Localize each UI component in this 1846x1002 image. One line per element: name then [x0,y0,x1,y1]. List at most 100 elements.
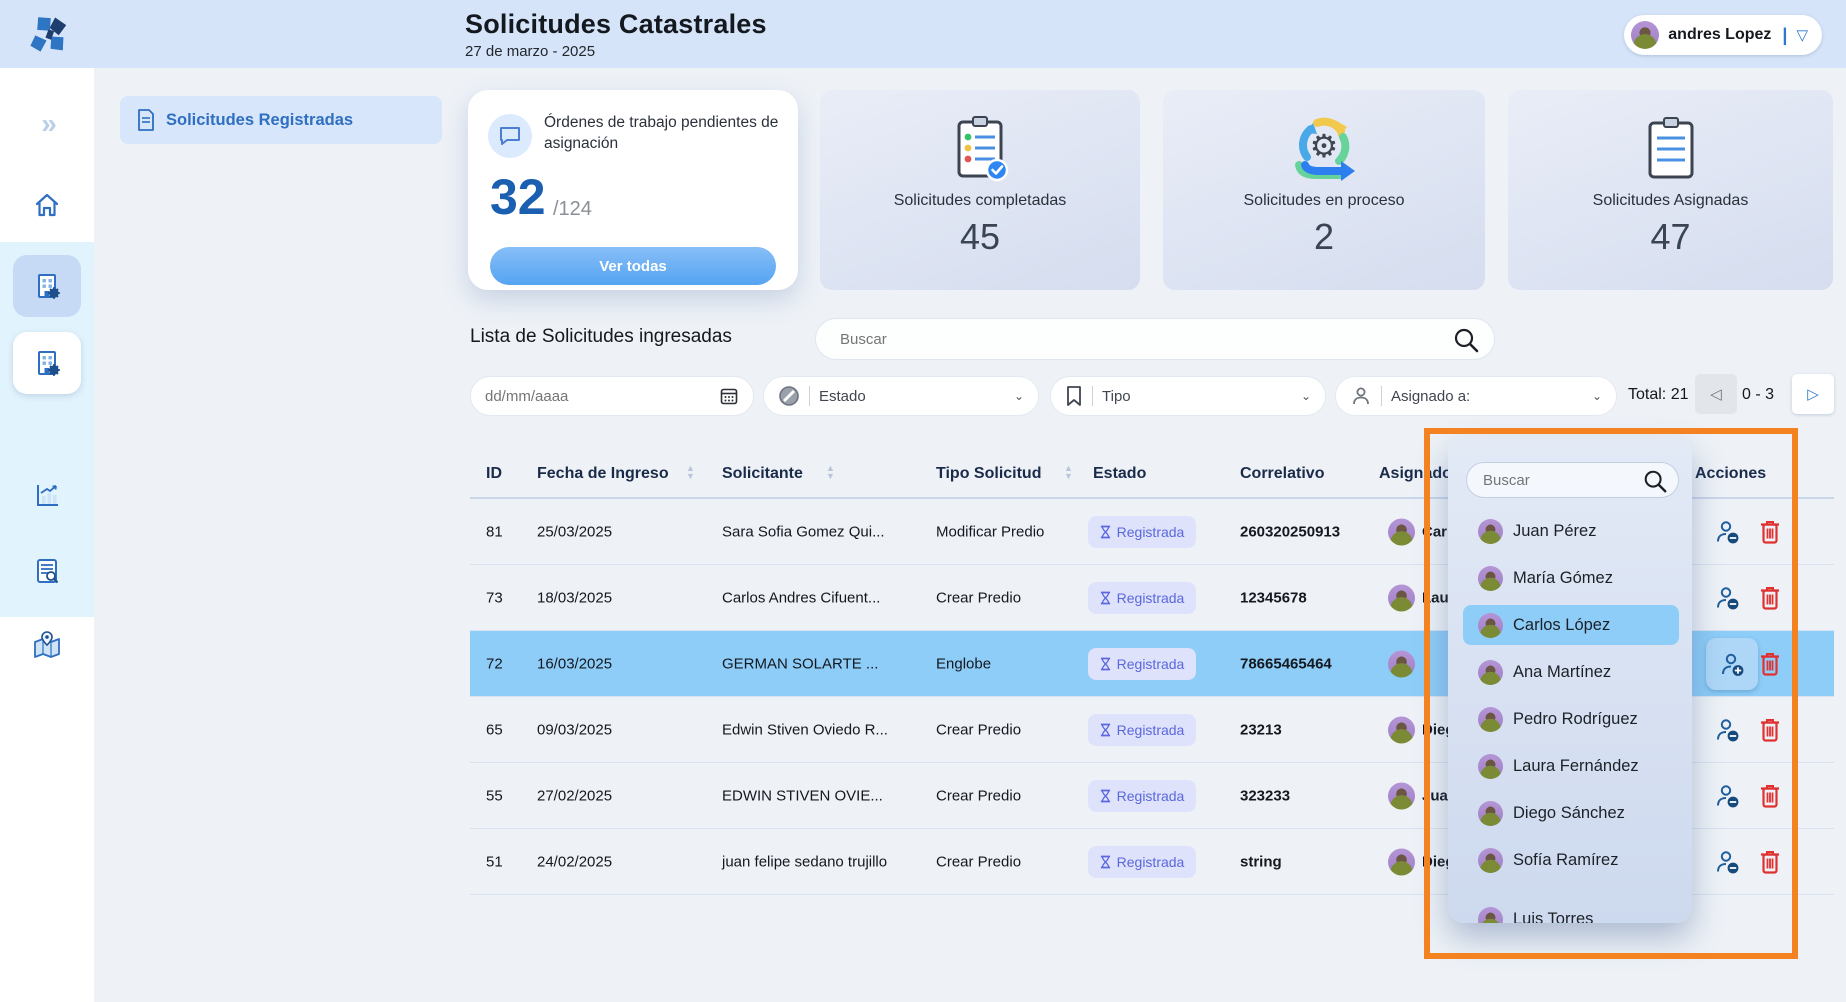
sidebar-item-statistics[interactable] [0,480,94,510]
search-icon[interactable] [1642,468,1668,494]
sort-icon[interactable]: ▲▼ [1064,464,1073,480]
option-label: Laura Fernández [1513,757,1639,776]
sidebar-item-requests-manage[interactable] [13,332,81,394]
calendar-icon[interactable] [719,386,739,406]
divider [1381,386,1382,406]
person-plus-icon [1719,651,1746,678]
stat-label: Solicitudes Asignadas [1593,192,1749,210]
sort-icon[interactable]: ▲▼ [826,464,835,480]
nav-solicitudes-registradas[interactable]: Solicitudes Registradas [120,96,442,144]
option-avatar [1478,848,1503,873]
delete-button[interactable] [1758,650,1782,677]
unassign-user-button[interactable] [1714,848,1741,875]
option-avatar [1478,519,1503,544]
clipboard-check-icon [949,112,1011,186]
date-filter[interactable] [470,376,754,416]
sort-desc-icon: ▼ [1064,472,1073,480]
home-icon [32,190,62,220]
pending-orders-title: Órdenes de trabajo pendientes de asignac… [544,112,784,154]
unassign-user-button[interactable] [1714,518,1741,545]
assign-option[interactable]: María Gómez [1463,558,1679,598]
cell-id: 81 [486,523,503,540]
sidebar: » [0,68,94,1002]
tipo-filter-label: Tipo [1102,388,1131,405]
user-menu-button[interactable]: andres Lopez | ▽ [1624,15,1822,55]
cell-fecha: 24/02/2025 [537,853,612,870]
status-badge: Registrada [1088,780,1196,812]
status-badge: Registrada [1088,846,1196,878]
assign-option[interactable]: Pedro Rodríguez [1463,699,1679,739]
cell-solicitante: Edwin Stiven Oviedo R... [722,721,888,738]
ver-todas-button[interactable]: Ver todas [490,247,776,285]
sort-desc-icon: ▼ [826,472,835,480]
sidebar-item-requests-registered[interactable] [13,255,81,317]
building-gear-icon [32,348,62,378]
document-icon [136,109,156,131]
cell-solicitante: GERMAN SOLARTE ... [722,655,878,672]
cell-fecha: 27/02/2025 [537,787,612,804]
assign-option[interactable]: Sofía Ramírez [1463,840,1679,880]
assign-option[interactable]: Luis Torres [1463,899,1679,923]
search-icon[interactable] [1452,326,1480,354]
sidebar-collapse-button[interactable]: » [0,108,94,140]
delete-button[interactable] [1758,782,1782,809]
delete-button[interactable] [1758,584,1782,611]
option-avatar [1478,707,1503,732]
sort-desc-icon: ▼ [686,472,695,480]
cell-id: 51 [486,853,503,870]
unassign-user-button[interactable] [1714,782,1741,809]
stat-value: 45 [960,216,1000,258]
option-label: Carlos López [1513,616,1610,635]
table-search-input[interactable] [840,319,1420,359]
tipo-filter[interactable]: Tipo ⌄ [1050,376,1326,416]
cell-tipo: Englobe [936,655,991,672]
pagination-next-button[interactable]: ▷ [1792,374,1834,414]
assign-option[interactable]: Juan Pérez [1463,511,1679,551]
sidebar-item-home[interactable] [0,190,94,220]
sidebar-item-map[interactable] [0,630,94,662]
assign-option-selected[interactable]: Carlos López [1463,605,1679,645]
assign-user-button-active[interactable] [1706,638,1758,690]
delete-button[interactable] [1758,518,1782,545]
status-badge: Registrada [1088,714,1196,746]
asignado-filter[interactable]: Asignado a: ⌄ [1335,376,1617,416]
sidebar-item-document-search[interactable] [0,556,94,586]
option-label: Sofía Ramírez [1513,851,1618,870]
hourglass-icon [1100,525,1111,539]
pagination-prev-button[interactable]: ◁ [1695,374,1737,414]
cell-id: 72 [486,655,503,672]
assign-search-input[interactable] [1483,463,1633,497]
user-name: andres Lopez [1668,26,1771,44]
col-header-correlativo: Correlativo [1240,465,1324,483]
col-header-fecha: Fecha de Ingreso [537,465,669,483]
sort-icon[interactable]: ▲▼ [686,464,695,480]
unassign-user-button[interactable] [1714,584,1741,611]
assignee-avatar [1388,782,1415,809]
date-filter-input[interactable] [485,388,645,405]
total-count: Total: 21 [1628,386,1688,404]
status-badge: Registrada [1088,648,1196,680]
pagination-range: 0 - 3 [1742,386,1774,404]
assign-option[interactable]: Diego Sánchez [1463,793,1679,833]
cell-fecha: 25/03/2025 [537,523,612,540]
delete-button[interactable] [1758,848,1782,875]
assign-option[interactable]: Laura Fernández [1463,746,1679,786]
cell-correlativo: 323233 [1240,787,1290,804]
cell-tipo: Crear Predio [936,721,1021,738]
delete-button[interactable] [1758,716,1782,743]
app-header: Solicitudes Catastrales 27 de marzo - 20… [0,0,1846,68]
option-label: Ana Martínez [1513,663,1611,682]
stat-value: 2 [1314,216,1334,258]
nav-label: Solicitudes Registradas [166,111,353,130]
arrow-left-icon: ◁ [1710,385,1722,403]
assignee-avatar [1388,716,1415,743]
col-header-acciones: Acciones [1695,465,1766,483]
app-window: Solicitudes Catastrales 27 de marzo - 20… [0,0,1846,1002]
unassign-user-button[interactable] [1714,716,1741,743]
chevron-down-icon: ⌄ [1592,389,1602,403]
clipboard-icon [1642,112,1700,186]
estado-filter[interactable]: Estado ⌄ [763,376,1039,416]
stat-card-asignadas: Solicitudes Asignadas 47 [1508,90,1833,290]
assign-option[interactable]: Ana Martínez [1463,652,1679,692]
chat-bubble-icon [488,114,532,158]
